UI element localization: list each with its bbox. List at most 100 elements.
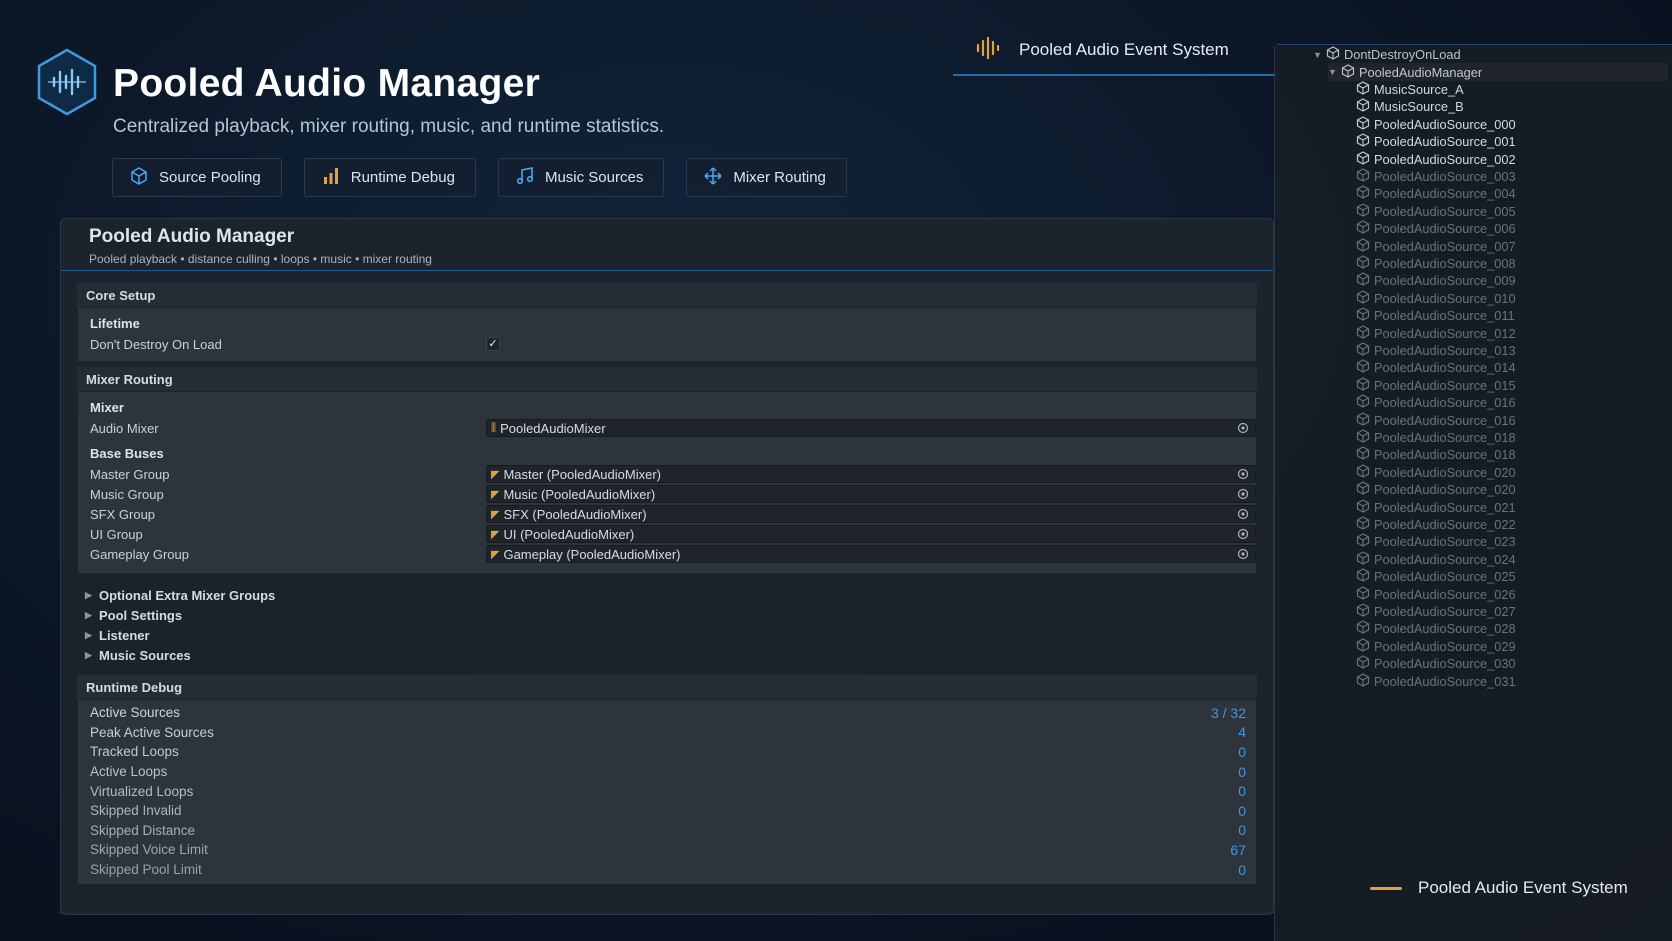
bus-field-master[interactable]: ◤ Master (PooledAudioMixer) <box>486 465 1256 483</box>
hierarchy-item[interactable]: PooledAudioSource_023 <box>1356 533 1516 550</box>
hierarchy-item-label: PooledAudioSource_031 <box>1374 673 1516 689</box>
hierarchy-item[interactable]: PooledAudioSource_030 <box>1356 655 1516 672</box>
hierarchy-item[interactable]: PooledAudioSource_016 <box>1356 411 1516 428</box>
bottom-banner-label: Pooled Audio Event System <box>1418 878 1628 897</box>
tab-label: Mixer Routing <box>733 169 826 186</box>
dont-destroy-checkbox[interactable]: ✓ <box>486 337 500 351</box>
hierarchy-item[interactable]: PooledAudioSource_020 <box>1356 464 1516 481</box>
hierarchy-item[interactable]: PooledAudioSource_015 <box>1356 377 1516 394</box>
bus-field-ui[interactable]: ◤ UI (PooledAudioMixer) <box>486 525 1256 543</box>
hierarchy-item[interactable]: PooledAudioSource_028 <box>1356 620 1516 637</box>
hierarchy-item[interactable]: PooledAudioSource_026 <box>1356 585 1516 602</box>
hierarchy-item[interactable]: PooledAudioSource_022 <box>1356 516 1516 533</box>
gameobject-icon <box>1356 237 1374 255</box>
stat-label: Skipped Pool Limit <box>90 862 202 878</box>
bus-field-music[interactable]: ◤ Music (PooledAudioMixer) <box>486 485 1256 503</box>
hierarchy-item-label: PooledAudioSource_004 <box>1374 186 1516 202</box>
banner-dash <box>1370 886 1402 890</box>
hierarchy-item[interactable]: PooledAudioSource_014 <box>1356 359 1516 376</box>
frame-line-top-right <box>1277 44 1672 45</box>
gameobject-icon <box>1356 116 1374 133</box>
core-setup-box: Lifetime Don't Destroy On Load ✓ <box>77 307 1257 362</box>
hierarchy-item[interactable]: PooledAudioSource_027 <box>1356 603 1516 620</box>
hierarchy-item-label: PooledAudioSource_001 <box>1374 134 1516 150</box>
foldout-pool-settings[interactable]: ▶ Pool Settings <box>77 605 1257 625</box>
hierarchy-item-label: PooledAudioSource_024 <box>1374 551 1516 567</box>
hierarchy-item[interactable]: PooledAudioSource_016 <box>1356 394 1516 411</box>
bus-value: Master (PooledAudioMixer) <box>503 466 661 482</box>
hierarchy-item[interactable]: PooledAudioSource_012 <box>1356 324 1516 341</box>
hierarchy-item[interactable]: PooledAudioSource_020 <box>1356 481 1516 498</box>
hierarchy-item[interactable]: PooledAudioSource_009 <box>1356 272 1516 289</box>
hierarchy-item-label: PooledAudioSource_016 <box>1374 395 1516 411</box>
hierarchy-item[interactable]: PooledAudioSource_018 <box>1356 446 1516 463</box>
expand-arrow-icon: ▶ <box>85 589 92 600</box>
hierarchy-manager[interactable]: ▼ PooledAudioManager <box>1328 63 1668 81</box>
hierarchy-item-label: PooledAudioSource_015 <box>1374 377 1516 393</box>
gameobject-icon <box>1356 377 1374 394</box>
stat-label: Active Sources <box>90 705 181 721</box>
bottom-banner: Pooled Audio Event System <box>1370 878 1628 898</box>
gameobject-icon <box>1356 324 1374 342</box>
section-core-setup[interactable]: Core Setup <box>77 283 1257 307</box>
hierarchy-item[interactable]: PooledAudioSource_005 <box>1356 203 1516 220</box>
object-picker-icon[interactable] <box>1237 422 1249 434</box>
hierarchy-item[interactable]: PooledAudioSource_031 <box>1356 672 1516 689</box>
tab-label: Source Pooling <box>159 169 261 186</box>
hierarchy-item[interactable]: PooledAudioSource_007 <box>1356 237 1516 254</box>
foldout-music-sources[interactable]: ▶ Music Sources <box>77 645 1257 665</box>
hierarchy-item[interactable]: MusicSource_A <box>1356 81 1464 98</box>
hierarchy-item[interactable]: PooledAudioSource_008 <box>1356 255 1516 272</box>
stat-skipped-invalid: Skipped Invalid 0 <box>78 801 1256 821</box>
gameobject-icon <box>1356 533 1374 550</box>
foldout-listener[interactable]: ▶ Listener <box>77 625 1257 645</box>
tab-mixer-routing[interactable]: Mixer Routing <box>686 158 847 197</box>
object-picker-icon[interactable] <box>1237 488 1249 500</box>
hierarchy-item[interactable]: PooledAudioSource_024 <box>1356 551 1516 568</box>
lifetime-header: Lifetime <box>90 316 140 331</box>
object-picker-icon[interactable] <box>1237 468 1249 480</box>
object-picker-icon[interactable] <box>1237 548 1249 560</box>
tab-runtime-debug[interactable]: Runtime Debug <box>303 158 476 197</box>
gameobject-icon <box>1356 551 1374 568</box>
hierarchy-item[interactable]: MusicSource_B <box>1356 98 1464 115</box>
hierarchy-item-label: PooledAudioSource_018 <box>1374 447 1516 463</box>
hierarchy-item[interactable]: PooledAudioSource_029 <box>1356 638 1516 655</box>
hierarchy-item[interactable]: PooledAudioSource_021 <box>1356 498 1516 515</box>
mixer-group-icon: ◤ <box>491 468 500 481</box>
tab-music-sources[interactable]: Music Sources <box>497 158 665 197</box>
hierarchy-item-label: PooledAudioSource_010 <box>1374 290 1516 306</box>
hierarchy-item[interactable]: PooledAudioSource_010 <box>1356 290 1516 307</box>
hierarchy-item[interactable]: PooledAudioSource_006 <box>1356 220 1516 237</box>
hierarchy-root[interactable]: ▼ DontDestroyOnLoad <box>1313 46 1461 63</box>
hierarchy-item[interactable]: PooledAudioSource_004 <box>1356 185 1516 202</box>
gameobject-icon <box>1356 464 1374 481</box>
object-picker-icon[interactable] <box>1237 528 1249 540</box>
hierarchy-item[interactable]: PooledAudioSource_001 <box>1356 133 1516 150</box>
stat-skipped-voice-limit: Skipped Voice Limit 67 <box>78 840 1256 860</box>
foldout-label: Music Sources <box>99 647 191 663</box>
mixer-group-icon: ◤ <box>491 488 500 501</box>
audio-mixer-field[interactable]: ⫼ PooledAudioMixer <box>486 419 1256 437</box>
hierarchy-item[interactable]: PooledAudioSource_018 <box>1356 429 1516 446</box>
hierarchy-item[interactable]: PooledAudioSource_011 <box>1356 307 1515 324</box>
page-subtitle: Centralized playback, mixer routing, mus… <box>113 116 665 137</box>
hierarchy-panel: ▼ DontDestroyOnLoad ▼ PooledAudioManager… <box>1274 46 1672 941</box>
hierarchy-item[interactable]: PooledAudioSource_003 <box>1356 168 1516 185</box>
foldout-optional-extra-mixer-groups[interactable]: ▶ Optional Extra Mixer Groups <box>77 585 1257 605</box>
hierarchy-item[interactable]: PooledAudioSource_000 <box>1356 116 1516 133</box>
object-picker-icon[interactable] <box>1237 508 1249 520</box>
hierarchy-item-label: MusicSource_A <box>1374 81 1464 97</box>
section-mixer-routing[interactable]: Mixer Routing <box>77 367 1257 391</box>
tab-source-pooling[interactable]: Source Pooling <box>112 158 282 197</box>
hierarchy-item[interactable]: PooledAudioSource_025 <box>1356 568 1516 585</box>
section-runtime-debug[interactable]: Runtime Debug <box>77 675 1257 699</box>
bus-field-gameplay[interactable]: ◤ Gameplay (PooledAudioMixer) <box>486 545 1256 563</box>
hierarchy-item[interactable]: PooledAudioSource_013 <box>1356 342 1516 359</box>
stat-value: 0 <box>1238 763 1246 780</box>
hierarchy-item[interactable]: PooledAudioSource_002 <box>1356 150 1516 167</box>
bus-field-sfx[interactable]: ◤ SFX (PooledAudioMixer) <box>486 505 1256 523</box>
audio-mixer-row: Audio Mixer ⫼ PooledAudioMixer <box>78 418 1256 438</box>
gameobject-icon <box>1356 290 1374 307</box>
mixer-routing-box: Mixer Audio Mixer ⫼ PooledAudioMixer Bas… <box>77 391 1257 574</box>
